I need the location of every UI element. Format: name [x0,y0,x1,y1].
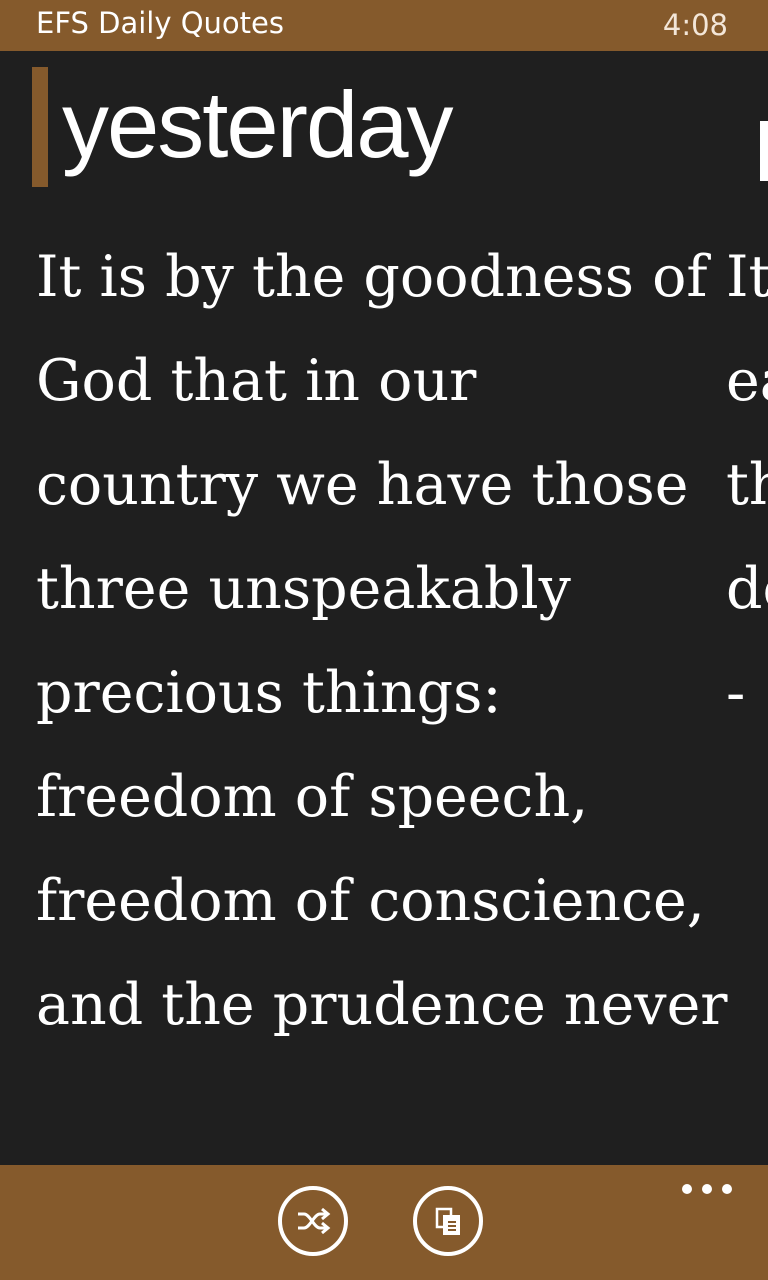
app-screen: EFS Daily Quotes 4:08 yesterday It is by… [0,0,768,1280]
more-dot [722,1184,732,1194]
next-quote-preview: It ea th de - [726,225,768,745]
quote-area: It is by the goodness of God that in our… [0,225,768,1165]
next-quote-line: ea [726,348,768,414]
quote-line: three unspeakably [36,556,571,622]
copy-icon [435,1207,460,1235]
shuffle-button[interactable] [278,1186,348,1256]
app-bar [0,1165,768,1280]
quote-line: freedom of speech, [36,764,589,830]
status-bar: EFS Daily Quotes 4:08 [0,0,768,51]
next-quote-line: de [726,556,768,622]
quote-line: precious things: [36,660,502,726]
pivot-title-yesterday[interactable]: yesterday [62,65,454,185]
quote-line: It is by the goodness of [36,244,708,310]
quote-text: It is by the goodness of God that in our… [36,225,728,1057]
app-name: EFS Daily Quotes [36,6,284,40]
quote-line: and the prudence never [36,972,728,1038]
pivot-next-title[interactable] [760,121,768,181]
copy-button[interactable] [413,1186,483,1256]
more-options-button[interactable] [682,1179,732,1199]
quote-line: country we have those [36,452,689,518]
pivot-accent-bar [32,67,48,187]
next-quote-line: It [726,244,768,310]
next-quote-line: th [726,452,768,518]
shuffle-icon [298,1207,331,1235]
clock: 4:08 [662,8,728,42]
quote-line: freedom of conscience, [36,868,705,934]
more-dot [682,1184,692,1194]
more-dot [702,1184,712,1194]
quote-line: God that in our [36,348,477,414]
next-quote-line: - [726,660,746,726]
pivot-header[interactable]: yesterday [0,51,768,201]
